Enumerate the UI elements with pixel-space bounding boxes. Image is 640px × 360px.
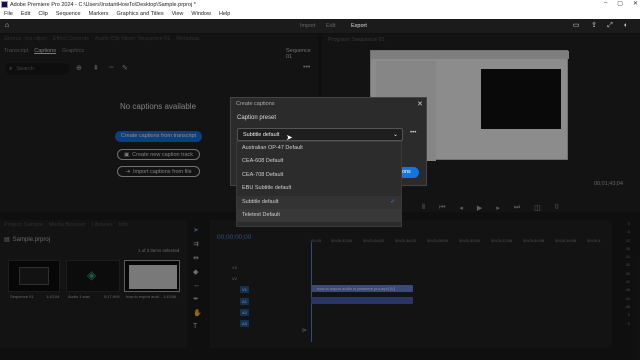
- preset-option[interactable]: Australian OP-47 Default: [237, 142, 401, 155]
- dialog-title: Create captions: [236, 101, 275, 107]
- menu-markers[interactable]: Markers: [85, 11, 113, 17]
- menu-edit[interactable]: Edit: [17, 11, 34, 17]
- minimize-icon[interactable]: –: [604, 0, 607, 7]
- progress-icon[interactable]: ◐: [622, 22, 630, 30]
- menu-sequence[interactable]: Sequence: [52, 11, 85, 17]
- chevron-down-icon: ⌄: [392, 132, 398, 138]
- more-options-icon[interactable]: •••: [410, 130, 416, 136]
- menu-clip[interactable]: Clip: [34, 11, 51, 17]
- home-icon[interactable]: ⌂: [3, 22, 11, 30]
- preset-option[interactable]: CEA-608 Default: [237, 155, 401, 168]
- title-bar: Adobe Premiere Pro 2024 - C:\Users\Insta…: [0, 0, 640, 9]
- maximize-icon[interactable]: ▢: [617, 0, 623, 7]
- preset-label: Caption preset: [237, 115, 277, 121]
- share-icon[interactable]: ⇪: [590, 22, 598, 30]
- menu-file[interactable]: File: [0, 11, 17, 17]
- close-icon[interactable]: ✕: [633, 0, 638, 7]
- maximize-frame-icon[interactable]: ⤢: [606, 22, 614, 30]
- preset-select[interactable]: Subtitle default ⌄: [237, 128, 403, 141]
- preset-dropdown: Australian OP-47 Default CEA-608 Default…: [236, 141, 402, 227]
- tab-import[interactable]: Import: [300, 23, 316, 29]
- menu-bar: File Edit Clip Sequence Markers Graphics…: [0, 9, 640, 19]
- mouse-cursor-icon: ➤: [286, 133, 293, 142]
- preset-option-label: Subtitle default: [242, 198, 279, 205]
- preset-option[interactable]: EBU Subtitle default: [237, 182, 401, 195]
- menu-window[interactable]: Window: [187, 11, 215, 17]
- preset-option[interactable]: CEA-708 Default: [237, 169, 401, 182]
- preset-select-value: Subtitle default: [243, 131, 280, 138]
- tab-export[interactable]: Export: [351, 23, 367, 29]
- workspace-bar: ⌂ Import Edit Export ▭ ⇪ ⤢ ◐: [0, 19, 640, 33]
- preset-option[interactable]: Teletext Default: [237, 208, 401, 223]
- window-title: Adobe Premiere Pro 2024 - C:\Users\Insta…: [10, 1, 196, 8]
- workspaces-icon[interactable]: ▭: [572, 22, 580, 30]
- dialog-close-icon[interactable]: ✕: [417, 100, 423, 108]
- tab-edit[interactable]: Edit: [326, 23, 335, 29]
- menu-help[interactable]: Help: [215, 11, 234, 17]
- preset-option-selected[interactable]: Subtitle default ✓: [237, 195, 401, 209]
- menu-view[interactable]: View: [168, 11, 188, 17]
- menu-graphics[interactable]: Graphics and Titles: [113, 11, 168, 17]
- premiere-app-icon: [1, 1, 8, 8]
- checkmark-icon: ✓: [390, 198, 395, 205]
